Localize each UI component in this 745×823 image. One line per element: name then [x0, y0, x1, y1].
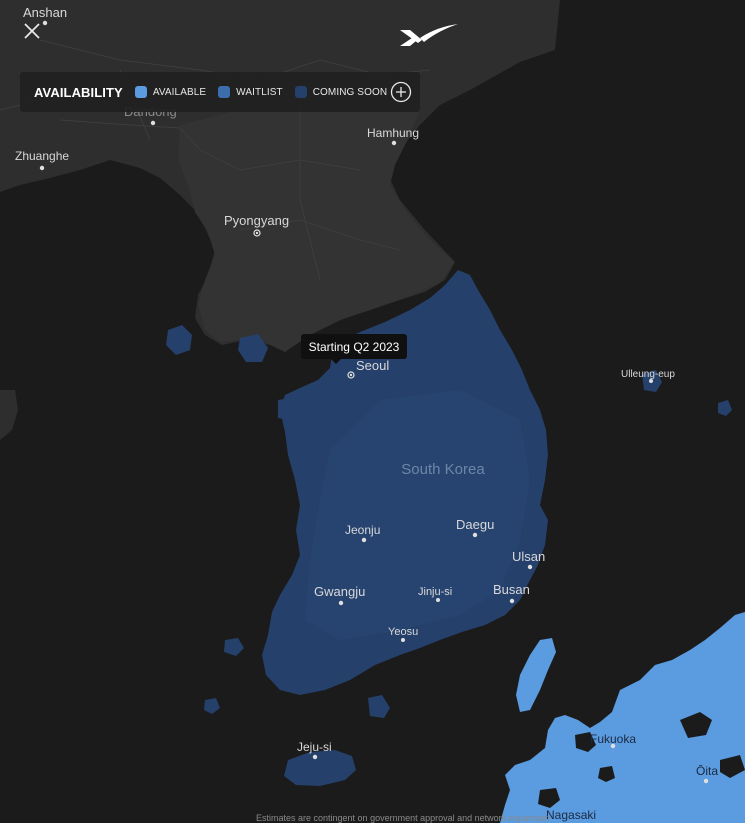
city-dot	[401, 638, 405, 642]
legend-item-coming-soon: COMING SOON	[294, 86, 388, 98]
city-label: Jeju-si	[297, 740, 332, 754]
city-label: Daegu	[456, 517, 494, 532]
city-label: Yeosu	[388, 626, 418, 638]
availability-legend: AVAILABILITY AVAILABLE WAITLIST COMING S…	[20, 72, 420, 112]
legend-label: WAITLIST	[236, 86, 283, 98]
city-label: Anshan	[23, 5, 67, 20]
legend-item-available: AVAILABLE	[134, 86, 207, 98]
city-label: Fukuoka	[590, 732, 636, 746]
map[interactable]: South Korea Anshan Dandong Zhuanghe Hamh…	[0, 0, 745, 823]
city-label: Gwangju	[314, 584, 365, 599]
city-dot	[361, 537, 367, 543]
close-icon	[24, 23, 40, 39]
city-label: Pyongyang	[224, 213, 289, 228]
city-dot	[39, 165, 45, 171]
city-dot	[338, 600, 344, 606]
city-label: Nagasaki	[546, 808, 596, 822]
city-label: Jinju-si	[418, 586, 452, 598]
logo[interactable]	[398, 22, 460, 50]
country-label: South Korea	[401, 461, 485, 478]
legend-title: AVAILABILITY	[34, 84, 123, 100]
city-dot	[436, 598, 440, 602]
city-label: Ulleung-eup	[621, 369, 675, 380]
capital-dot-center	[349, 373, 353, 377]
footer-note: Estimates are contingent on government a…	[256, 813, 550, 823]
expand-legend-button[interactable]	[390, 81, 412, 103]
city-dot	[391, 140, 397, 146]
city-dot	[509, 598, 515, 604]
city-dot	[703, 778, 709, 784]
spacex-logo-icon	[400, 24, 458, 46]
city-label: Ulsan	[512, 549, 545, 564]
legend-label: COMING SOON	[312, 86, 388, 98]
coverage-tooltip: Starting Q2 2023	[301, 334, 407, 364]
city-label: Busan	[493, 582, 530, 597]
swatch-coming-soon	[294, 86, 307, 98]
city-dot	[150, 120, 156, 126]
swatch-available	[134, 86, 147, 98]
city-dot	[312, 754, 318, 760]
plus-circle-icon	[390, 81, 412, 103]
city-dot	[472, 532, 478, 538]
city-dot	[527, 564, 533, 570]
legend-label: AVAILABLE	[152, 86, 207, 98]
city-label: Ōita	[696, 764, 718, 778]
legend-item-waitlist: WAITLIST	[218, 86, 283, 98]
city-label: Zhuanghe	[15, 149, 69, 163]
city-label: Seoul	[356, 358, 389, 373]
city-label: Jeonju	[345, 523, 380, 537]
city-label: Hamhung	[367, 126, 419, 140]
capital-dot-center	[255, 231, 259, 235]
swatch-waitlist	[218, 86, 231, 98]
close-button[interactable]	[20, 19, 44, 43]
